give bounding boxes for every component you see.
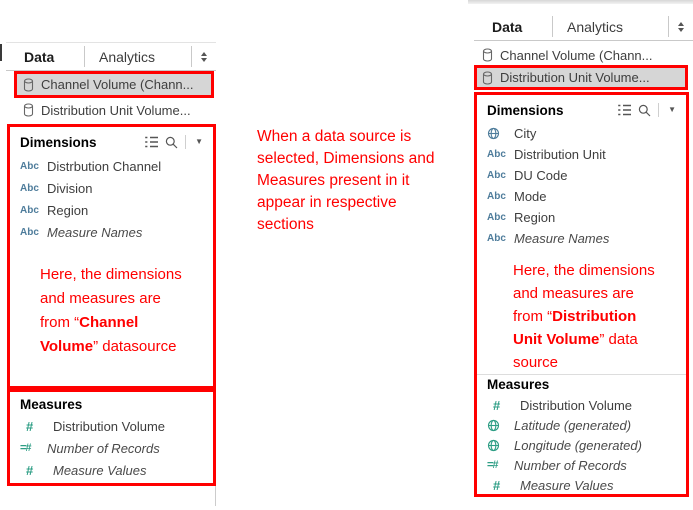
data-source-label: Channel Volume (Chann...	[500, 47, 653, 63]
field-label: Distribution Volume	[53, 418, 165, 434]
tab-data[interactable]: Data	[474, 13, 552, 40]
dimension-field-row[interactable]: Abc Distrbution Channel	[10, 155, 213, 177]
pane-edge-line	[215, 486, 216, 506]
dimension-field-row[interactable]: Abc Measure Names	[477, 228, 686, 249]
dimension-field-row[interactable]: Abc Division	[10, 177, 213, 199]
right-data-pane-tabs: Data Analytics	[474, 13, 693, 41]
field-label: Measure Names	[514, 231, 610, 246]
hash-icon: #	[493, 477, 501, 493]
measures-title: Measures	[487, 377, 550, 392]
abc-icon: Abc	[20, 226, 39, 238]
window-edge-mark	[0, 44, 2, 61]
annotation-box-left-measures: Measures # Distribution Volume =# Number…	[7, 389, 216, 486]
globe-icon	[487, 439, 514, 452]
dimensions-title: Dimensions	[20, 134, 97, 150]
dimension-field-row[interactable]: Abc Mode	[477, 186, 686, 207]
field-label: Longitude (generated)	[514, 437, 642, 453]
globe-icon	[487, 419, 514, 432]
abc-icon: Abc	[487, 149, 506, 160]
data-source-row-channel-volume[interactable]: Channel Volume (Chann...	[14, 71, 214, 98]
data-source-row-distribution-unit-volume[interactable]: Distribution Unit Volume...	[14, 100, 214, 120]
database-icon	[23, 103, 34, 117]
dimensions-header: Dimensions ▼	[477, 95, 686, 123]
sort-data-sources-icon[interactable]	[669, 13, 693, 40]
database-icon	[482, 48, 493, 62]
field-label: Division	[47, 180, 93, 196]
measure-field-row[interactable]: Longitude (generated)	[477, 435, 686, 455]
measure-field-row[interactable]: # Measure Values	[10, 459, 213, 481]
window-top-edge	[468, 0, 693, 4]
database-icon	[482, 70, 493, 85]
data-source-label: Distribution Unit Volume...	[41, 102, 191, 118]
data-source-label: Channel Volume (Chann...	[41, 77, 194, 92]
search-icon[interactable]	[165, 136, 178, 149]
abc-icon: Abc	[487, 233, 506, 244]
abc-icon: Abc	[20, 204, 39, 216]
field-label: City	[514, 126, 537, 141]
view-list-icon[interactable]	[617, 104, 632, 116]
measure-field-row[interactable]: =# Number of Records	[10, 437, 213, 459]
data-source-row-channel-volume[interactable]: Channel Volume (Chann...	[478, 45, 688, 65]
dimension-field-row[interactable]: Abc Distribution Unit	[477, 144, 686, 165]
abc-icon: Abc	[487, 170, 506, 181]
field-label: Region	[514, 210, 556, 225]
measure-field-row[interactable]: =# Number of Records	[477, 455, 686, 475]
globe-icon	[487, 127, 514, 140]
measure-field-row[interactable]: # Distribution Volume	[10, 415, 213, 437]
field-label: Number of Records	[47, 440, 160, 456]
abc-icon: Abc	[487, 191, 506, 202]
measure-field-row[interactable]: # Distribution Volume	[477, 395, 686, 415]
database-icon	[23, 77, 34, 92]
data-source-label: Distribution Unit Volume...	[500, 70, 650, 85]
measure-field-row[interactable]: Latitude (generated)	[477, 415, 686, 435]
field-label: Distribution Volume	[520, 397, 632, 413]
dimension-field-row[interactable]: Abc Region	[10, 199, 213, 221]
field-label: Measure Values	[53, 462, 147, 478]
tab-data[interactable]: Data	[6, 43, 84, 70]
annotation-text-left: Here, the dimensions and measures are fr…	[40, 266, 182, 355]
field-label: Mode	[514, 189, 547, 204]
dimensions-title: Dimensions	[487, 102, 564, 118]
annotation-text-right: Here, the dimensions and measures are fr…	[513, 262, 655, 371]
tab-analytics[interactable]: Analytics	[85, 43, 191, 70]
header-divider	[185, 135, 187, 149]
annotation-box-left-dimensions: Dimensions ▼ Abc Distrbution Channel Abc…	[7, 124, 216, 389]
abc-icon: Abc	[487, 212, 506, 223]
dimension-field-row[interactable]: Abc Region	[477, 207, 686, 228]
chevron-down-icon[interactable]: ▼	[666, 104, 678, 116]
field-label: Distrbution Channel	[47, 158, 162, 174]
field-label: Measure Values	[520, 477, 614, 493]
measure-field-row[interactable]: # Measure Values	[477, 475, 686, 495]
annotation-box-right-pane: Dimensions ▼ City Abc Distribution Unit …	[474, 92, 689, 497]
sort-data-sources-icon[interactable]	[192, 43, 216, 70]
hash-icon: #	[26, 418, 34, 434]
view-list-icon[interactable]	[144, 136, 159, 148]
search-icon[interactable]	[638, 104, 651, 117]
data-source-row-distribution-unit-volume[interactable]: Distribution Unit Volume...	[474, 65, 688, 90]
chevron-down-icon[interactable]: ▼	[193, 136, 205, 148]
dimension-field-row[interactable]: Abc Measure Names	[10, 221, 213, 243]
abc-icon: Abc	[20, 182, 39, 194]
measures-title: Measures	[20, 397, 83, 412]
dimension-field-row[interactable]: City	[477, 123, 686, 144]
dimensions-header: Dimensions ▼	[10, 127, 213, 155]
field-label: DU Code	[514, 168, 568, 183]
equals-hash-icon: =#	[20, 442, 32, 454]
field-label: Distribution Unit	[514, 147, 606, 162]
field-label: Region	[47, 202, 89, 218]
annotation-text-center: When a data source is selected, Dimensio…	[257, 128, 435, 233]
field-label: Number of Records	[514, 457, 627, 473]
hash-icon: #	[26, 462, 34, 478]
abc-icon: Abc	[20, 160, 39, 172]
hash-icon: #	[493, 397, 501, 413]
header-divider	[658, 103, 660, 117]
field-label: Latitude (generated)	[514, 417, 632, 433]
left-data-pane-tabs: Data Analytics	[6, 42, 216, 71]
equals-hash-icon: =#	[487, 459, 499, 471]
dimension-field-row[interactable]: Abc DU Code	[477, 165, 686, 186]
measures-section: Measures # Distribution Volume Latitude …	[477, 374, 686, 495]
field-label: Measure Names	[47, 224, 143, 240]
tab-analytics[interactable]: Analytics	[553, 13, 668, 40]
